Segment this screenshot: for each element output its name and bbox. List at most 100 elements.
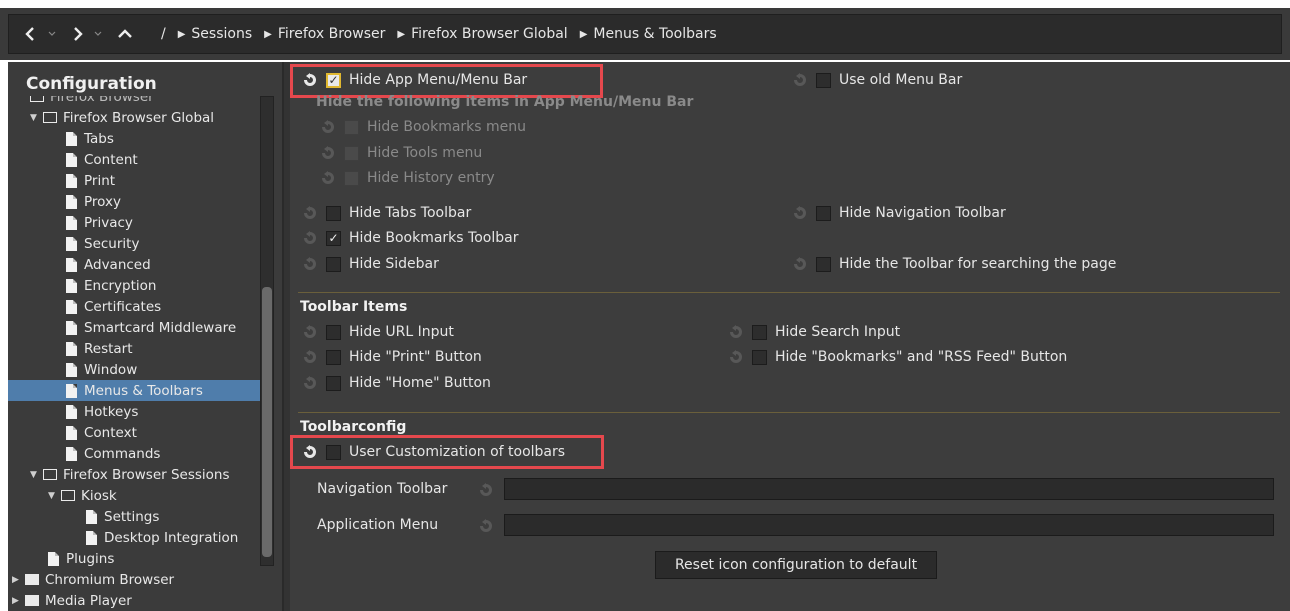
tree-item-label: Kiosk xyxy=(81,487,117,504)
tree-item-hotkeys[interactable]: Hotkeys xyxy=(66,401,138,422)
option-label: Hide App Menu/Menu Bar xyxy=(349,72,528,88)
reset-icon[interactable] xyxy=(728,349,744,365)
tree-item-encryption[interactable]: Encryption xyxy=(66,275,156,296)
checkbox-hide-search-input[interactable] xyxy=(752,324,767,340)
back-history-dropdown[interactable] xyxy=(45,20,59,48)
sidebar-scrollbar[interactable] xyxy=(260,96,274,566)
tree-item-firefox-browser[interactable]: Firefox Browser xyxy=(30,96,154,107)
reset-icon[interactable] xyxy=(728,324,744,340)
checkbox-hide-tabs-toolbar[interactable] xyxy=(326,205,341,221)
option-label: Hide the Toolbar for searching the page xyxy=(839,256,1117,272)
tree-item-plugins[interactable]: Plugins xyxy=(48,548,114,569)
document-icon xyxy=(66,446,77,461)
option-label: Hide History entry xyxy=(367,170,495,186)
section-hide-following-items: Hide the following items in App Menu/Men… xyxy=(316,94,694,110)
tree-item-chromium-browser[interactable]: ▶ Chromium Browser xyxy=(12,569,174,590)
tree-item-context[interactable]: Context xyxy=(66,422,137,443)
tree-item-commands[interactable]: Commands xyxy=(66,443,160,464)
reset-icon[interactable] xyxy=(792,256,808,272)
tree-item-label: Desktop Integration xyxy=(104,529,239,546)
tree-item-media-player[interactable]: ▶ Media Player xyxy=(12,590,132,611)
reset-icon[interactable] xyxy=(302,256,318,272)
tree-item-privacy[interactable]: Privacy xyxy=(66,212,133,233)
reset-icon xyxy=(320,145,336,161)
forward-button[interactable] xyxy=(63,20,91,48)
option-hide-print-button[interactable]: Hide "Print" Button xyxy=(302,349,482,365)
option-hide-navigation-toolbar[interactable]: Hide Navigation Toolbar xyxy=(792,205,1006,221)
tree-item-kiosk[interactable]: ▼ Kiosk xyxy=(48,485,117,506)
tree-item-menus-toolbars[interactable]: Menus & Toolbars xyxy=(8,380,264,401)
checkbox-hide-search-toolbar[interactable] xyxy=(816,256,831,272)
option-user-customization[interactable]: User Customization of toolbars xyxy=(302,444,565,460)
tree-item-tabs[interactable]: Tabs xyxy=(66,128,114,149)
tree-item-print[interactable]: Print xyxy=(66,170,115,191)
tree-item-desktop-integration[interactable]: Desktop Integration xyxy=(86,527,238,548)
application-menu-field[interactable] xyxy=(504,514,1274,536)
chevron-right-icon xyxy=(74,27,83,41)
reset-icon[interactable] xyxy=(792,205,808,221)
back-button[interactable] xyxy=(17,20,45,48)
reset-icon xyxy=(478,518,494,534)
reset-icon[interactable] xyxy=(302,72,318,88)
reset-icon[interactable] xyxy=(302,444,318,460)
breadcrumb-item-firefox-browser[interactable]: ▶ Firefox Browser xyxy=(264,26,385,42)
option-label: Use old Menu Bar xyxy=(839,72,963,88)
tree-item-advanced[interactable]: Advanced xyxy=(66,254,151,275)
scrollbar-thumb[interactable] xyxy=(262,287,272,557)
tree-item-security[interactable]: Security xyxy=(66,233,139,254)
navigation-toolbar-field[interactable] xyxy=(504,478,1274,500)
option-hide-url-input[interactable]: Hide URL Input xyxy=(302,324,454,340)
tree-item-firefox-browser-sessions[interactable]: ▼ Firefox Browser Sessions xyxy=(30,464,230,485)
reset-icon[interactable] xyxy=(302,205,318,221)
tree-item-label: Firefox Browser Global xyxy=(63,109,215,126)
tree-item-label: Content xyxy=(84,151,138,168)
reset-icon[interactable] xyxy=(302,349,318,365)
option-hide-search-toolbar[interactable]: Hide the Toolbar for searching the page xyxy=(792,256,1116,272)
checkbox-hide-bookmarks-toolbar[interactable]: ✓ xyxy=(326,230,341,246)
reset-icon[interactable] xyxy=(302,324,318,340)
option-use-old-menu[interactable]: Use old Menu Bar xyxy=(792,72,962,88)
checkbox-hide-home-button[interactable] xyxy=(326,375,341,391)
tree-item-smartcard-middleware[interactable]: Smartcard Middleware xyxy=(66,317,236,338)
checkbox-hide-app-menu[interactable]: ✓ xyxy=(326,72,341,88)
option-hide-bookmarks-toolbar[interactable]: ✓ Hide Bookmarks Toolbar xyxy=(302,230,518,246)
document-icon xyxy=(66,131,77,146)
navigation-bar: / ▶ Sessions ▶ Firefox Browser ▶ Firefox Br… xyxy=(8,14,1282,54)
tree-item-firefox-browser-global[interactable]: ▼ Firefox Browser Global xyxy=(30,107,214,128)
checkbox-hide-print-button[interactable] xyxy=(326,349,341,365)
option-hide-search-input[interactable]: Hide Search Input xyxy=(728,324,900,340)
breadcrumb-root[interactable]: / xyxy=(161,26,166,42)
option-hide-bookmarks-rss[interactable]: Hide "Bookmarks" and "RSS Feed" Button xyxy=(728,349,1067,365)
tree-item-content[interactable]: Content xyxy=(66,149,138,170)
option-hide-tabs-toolbar[interactable]: Hide Tabs Toolbar xyxy=(302,205,471,221)
checkbox-hide-url-input[interactable] xyxy=(326,324,341,340)
checkbox-hide-bookmarks-rss[interactable] xyxy=(752,349,767,365)
document-icon xyxy=(66,236,77,251)
reset-icon-configuration-button[interactable]: Reset icon configuration to default xyxy=(655,551,937,579)
up-button[interactable] xyxy=(111,20,139,48)
tree-item-settings[interactable]: Settings xyxy=(86,506,159,527)
checkbox-user-customization[interactable] xyxy=(326,444,341,460)
checkbox-use-old-menu[interactable] xyxy=(816,72,831,88)
breadcrumb-item-sessions[interactable]: ▶ Sessions xyxy=(178,26,252,42)
breadcrumb-item-firefox-browser-global[interactable]: ▶ Firefox Browser Global xyxy=(397,26,567,42)
reset-icon[interactable] xyxy=(792,72,808,88)
tree-item-proxy[interactable]: Proxy xyxy=(66,191,121,212)
tree-item-label: Window xyxy=(84,361,138,378)
tree-item-label: Proxy xyxy=(84,193,121,210)
checkbox-hide-sidebar[interactable] xyxy=(326,256,341,272)
tree-item-label: Firefox Browser xyxy=(50,96,154,105)
forward-history-dropdown[interactable] xyxy=(91,20,105,48)
breadcrumb-item-menus-toolbars[interactable]: ▶ Menus & Toolbars xyxy=(580,26,717,42)
reset-icon[interactable] xyxy=(302,375,318,391)
chevron-left-icon xyxy=(25,27,34,41)
tree-item-certificates[interactable]: Certificates xyxy=(66,296,161,317)
tree-item-window[interactable]: Window xyxy=(66,359,137,380)
option-hide-home-button[interactable]: Hide "Home" Button xyxy=(302,375,491,391)
checkbox-hide-navigation-toolbar[interactable] xyxy=(816,205,831,221)
tree-item-restart[interactable]: Restart xyxy=(66,338,133,359)
reset-icon[interactable] xyxy=(302,230,318,246)
option-hide-sidebar[interactable]: Hide Sidebar xyxy=(302,256,439,272)
tree-item-label: Plugins xyxy=(66,550,115,567)
option-hide-app-menu[interactable]: ✓ Hide App Menu/Menu Bar xyxy=(302,72,527,88)
